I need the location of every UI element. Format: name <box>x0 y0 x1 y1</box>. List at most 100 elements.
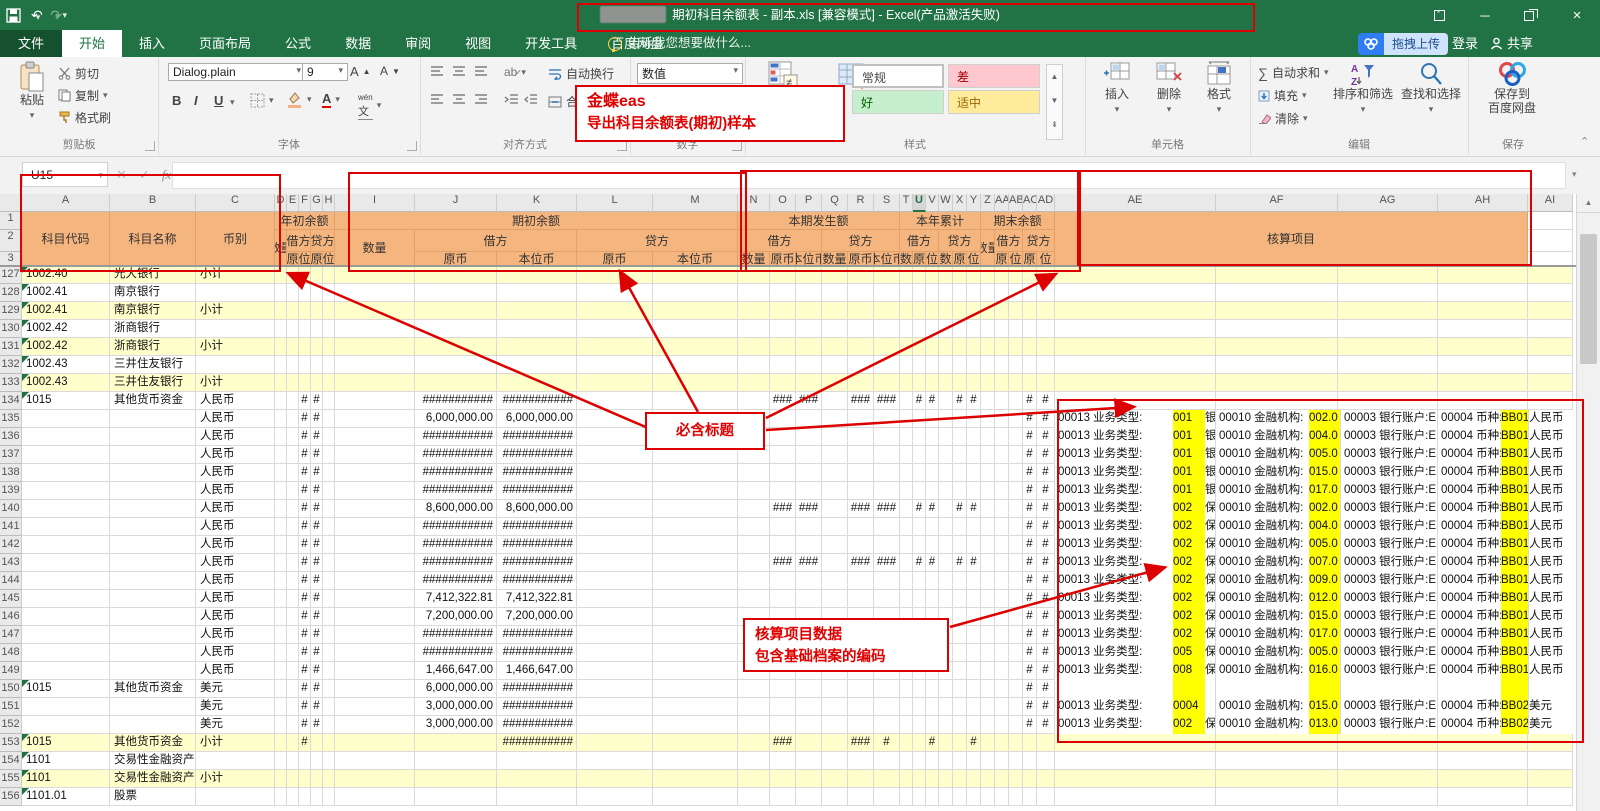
ae-segment-l3-135[interactable]: 00003 银行账户:E <box>1341 410 1438 428</box>
ae-segment-cur-139[interactable]: 人民币 <box>1529 482 1575 500</box>
cell-N132[interactable] <box>738 356 770 374</box>
cell-T131[interactable] <box>900 338 913 356</box>
ae-segment-l3-143[interactable]: 00003 银行账户:E <box>1341 554 1438 572</box>
ae-segment-l3-140[interactable]: 00003 银行账户:E <box>1341 500 1438 518</box>
header-cell-L-贷方[interactable]: 贷方 <box>577 230 738 252</box>
cell-AI129[interactable] <box>1528 302 1573 320</box>
cell-AD132[interactable] <box>1037 356 1055 374</box>
ae-segment-c1-152[interactable]: 002 <box>1173 716 1205 734</box>
cell-H134[interactable] <box>323 392 335 410</box>
cell-S144[interactable] <box>874 572 900 590</box>
cell-U151[interactable] <box>913 698 926 716</box>
ae-segment-c2-139[interactable]: 017.0 <box>1309 482 1341 500</box>
ae-segment-clip-146[interactable]: 保 <box>1205 608 1216 626</box>
row-header-153[interactable]: 153 <box>0 734 22 752</box>
cell-F139[interactable]: # <box>299 482 311 500</box>
cell-AB134[interactable] <box>1009 392 1023 410</box>
cell-K149[interactable]: 1,466,647.00 <box>497 662 577 680</box>
cell-C155[interactable]: 小计 <box>196 770 275 788</box>
cell-T139[interactable] <box>900 482 913 500</box>
formula-bar-expand-icon[interactable]: ▾ <box>1572 169 1577 180</box>
cell-Y143[interactable]: # <box>967 554 981 572</box>
ae-segment-cur-142[interactable]: 人民币 <box>1529 536 1575 554</box>
cell-M147[interactable] <box>653 626 738 644</box>
cell-M146[interactable] <box>653 608 738 626</box>
cell-AE133[interactable] <box>1055 374 1216 392</box>
cell-AA145[interactable] <box>995 590 1009 608</box>
header-cell-H-位[interactable]: 位 <box>323 252 335 266</box>
cell-AA139[interactable] <box>995 482 1009 500</box>
ae-segment-l4-148[interactable]: 00004 币种: <box>1438 644 1501 662</box>
cell-Z133[interactable] <box>981 374 995 392</box>
cell-I155[interactable] <box>335 770 415 788</box>
cell-O145[interactable] <box>770 590 796 608</box>
cell-AB143[interactable] <box>1009 554 1023 572</box>
cell-AA142[interactable] <box>995 536 1009 554</box>
cell-E153[interactable] <box>287 734 299 752</box>
cell-B155[interactable]: 交易性金融资产 <box>110 770 196 788</box>
cell-R153[interactable]: ### <box>848 734 874 752</box>
cell-K143[interactable]: ########### <box>497 554 577 572</box>
cell-R154[interactable] <box>848 752 874 770</box>
cell-C132[interactable] <box>196 356 275 374</box>
cell-N151[interactable] <box>738 698 770 716</box>
header-cell-AI[interactable] <box>1528 230 1573 252</box>
cell-X143[interactable]: # <box>953 554 967 572</box>
cell-S143[interactable]: ### <box>874 554 900 572</box>
cell-P154[interactable] <box>796 752 822 770</box>
cell-O154[interactable] <box>770 752 796 770</box>
cell-U134[interactable]: # <box>913 392 926 410</box>
column-header-M[interactable]: M <box>653 194 738 212</box>
cell-K129[interactable] <box>497 302 577 320</box>
cell-P138[interactable] <box>796 464 822 482</box>
cell-J141[interactable]: ########### <box>415 518 497 536</box>
cell-O130[interactable] <box>770 320 796 338</box>
cell-L155[interactable] <box>577 770 653 788</box>
ae-segment-c2-137[interactable]: 005.0 <box>1309 446 1341 464</box>
cell-D141[interactable] <box>275 518 287 536</box>
cell-P128[interactable] <box>796 284 822 302</box>
cell-I134[interactable] <box>335 392 415 410</box>
cell-J127[interactable] <box>415 266 497 284</box>
cell-C151[interactable]: 美元 <box>196 698 275 716</box>
scrollbar-thumb[interactable] <box>1580 234 1597 364</box>
ae-segment-c3-145[interactable]: BB01 <box>1501 590 1529 608</box>
cell-T145[interactable] <box>900 590 913 608</box>
cell-AA155[interactable] <box>995 770 1009 788</box>
cell-J142[interactable]: ########### <box>415 536 497 554</box>
cell-M142[interactable] <box>653 536 738 554</box>
cell-I150[interactable] <box>335 680 415 698</box>
cell-C137[interactable]: 人民币 <box>196 446 275 464</box>
ae-segment-l1-149[interactable]: 00013 业务类型: <box>1055 662 1173 680</box>
cell-M140[interactable] <box>653 500 738 518</box>
cell-J136[interactable]: ########### <box>415 428 497 446</box>
cell-F132[interactable] <box>299 356 311 374</box>
cell-Q155[interactable] <box>822 770 848 788</box>
cell-K133[interactable] <box>497 374 577 392</box>
cell-AB147[interactable] <box>1009 626 1023 644</box>
ae-segment-c2-143[interactable]: 007.0 <box>1309 554 1341 572</box>
cell-U144[interactable] <box>913 572 926 590</box>
cell-C136[interactable]: 人民币 <box>196 428 275 446</box>
header-cell-E-借方[interactable]: 借方 <box>287 230 311 252</box>
cell-T156[interactable] <box>900 788 913 806</box>
cell-E145[interactable] <box>287 590 299 608</box>
cell-F154[interactable] <box>299 752 311 770</box>
cell-D154[interactable] <box>275 752 287 770</box>
cell-Z151[interactable] <box>981 698 995 716</box>
cell-H139[interactable] <box>323 482 335 500</box>
collapse-ribbon-icon[interactable]: ⌃ <box>1580 135 1589 148</box>
cell-U139[interactable] <box>913 482 926 500</box>
cell-O142[interactable] <box>770 536 796 554</box>
cell-AH153[interactable] <box>1438 734 1528 752</box>
cell-Z150[interactable] <box>981 680 995 698</box>
cell-Z155[interactable] <box>981 770 995 788</box>
cell-C129[interactable]: 小计 <box>196 302 275 320</box>
header-cell-AI[interactable] <box>1528 252 1573 266</box>
cell-AC133[interactable] <box>1023 374 1037 392</box>
cell-X139[interactable] <box>953 482 967 500</box>
cell-D155[interactable] <box>275 770 287 788</box>
cell-H136[interactable] <box>323 428 335 446</box>
cell-AF131[interactable] <box>1216 338 1338 356</box>
cell-AD140[interactable]: # <box>1037 500 1055 518</box>
